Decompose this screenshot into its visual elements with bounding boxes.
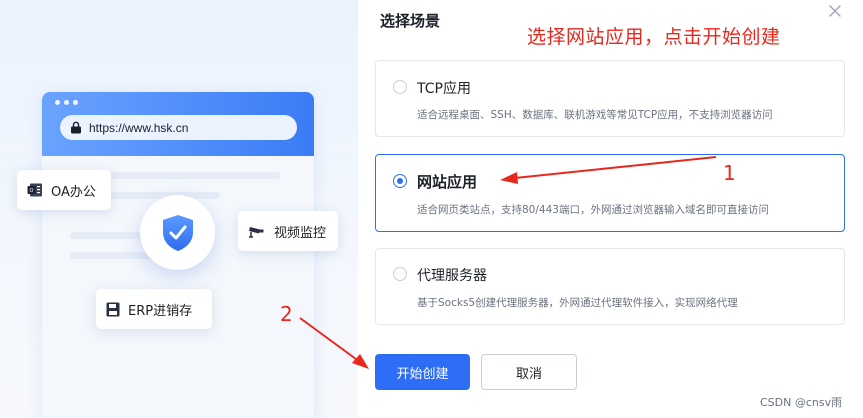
document-icon: O (27, 183, 42, 197)
start-create-button[interactable]: 开始创建 (375, 354, 470, 390)
address-bar: https://www.hsk.cn (60, 115, 297, 140)
cancel-button[interactable]: 取消 (481, 354, 577, 390)
illustration-panel: https://www.hsk.cn O OA办公 视频监控 ERP进销存 (0, 0, 358, 418)
shield-check-icon (162, 214, 193, 251)
window-dot (73, 100, 78, 105)
option-tcp-desc: 适合远程桌面、SSH、数据库、联机游戏等常见TCP应用，不支持浏览器访问 (417, 109, 773, 121)
camera-icon (249, 227, 264, 238)
chip-erp-label: ERP进销存 (128, 303, 193, 319)
step-2-marker: 2 (280, 302, 293, 326)
instruction-annotation: 选择网站应用，点击开始创建 (527, 26, 781, 48)
floppy-disk-icon (106, 302, 120, 316)
url-text: https://www.hsk.cn (89, 120, 189, 135)
window-dot (55, 100, 60, 105)
option-tcp-title: TCP应用 (417, 81, 471, 97)
close-icon[interactable] (827, 3, 843, 19)
option-tcp[interactable]: TCP应用 适合远程桌面、SSH、数据库、联机游戏等常见TCP应用，不支持浏览器… (375, 60, 845, 137)
lock-icon (71, 121, 81, 134)
window-dot (64, 100, 69, 105)
radio-proxy[interactable] (393, 267, 407, 281)
option-proxy[interactable]: 代理服务器 基于Socks5创建代理服务器，外网通过代理软件接入，实现网络代理 (375, 248, 845, 325)
step-1-marker: 1 (723, 161, 736, 185)
option-website[interactable]: 网站应用 适合网页类站点，支持80/443端口，外网通过浏览器输入域名即可直接访… (375, 154, 845, 232)
chip-oa-label: OA办公 (51, 184, 96, 200)
chip-video-label: 视频监控 (274, 225, 327, 241)
option-website-desc: 适合网页类站点，支持80/443端口，外网通过浏览器输入域名即可直接访问 (417, 204, 769, 216)
svg-text:O: O (30, 188, 34, 194)
browser-titlebar: https://www.hsk.cn (42, 92, 314, 156)
radio-website[interactable] (393, 174, 407, 188)
option-proxy-title: 代理服务器 (417, 268, 487, 284)
option-website-title: 网站应用 (417, 173, 478, 191)
chip-oa: O OA办公 (17, 170, 111, 210)
radio-tcp[interactable] (393, 80, 407, 94)
page-root: https://www.hsk.cn O OA办公 视频监控 ERP进销存 选择… (0, 0, 863, 418)
watermark: CSDN @cnsv雨 (760, 396, 843, 409)
chip-erp: ERP进销存 (96, 289, 212, 329)
chip-video: 视频监控 (238, 211, 338, 251)
option-proxy-desc: 基于Socks5创建代理服务器，外网通过代理软件接入，实现网络代理 (417, 297, 738, 309)
shield-badge (140, 195, 215, 270)
dialog-title: 选择场景 (380, 12, 441, 30)
